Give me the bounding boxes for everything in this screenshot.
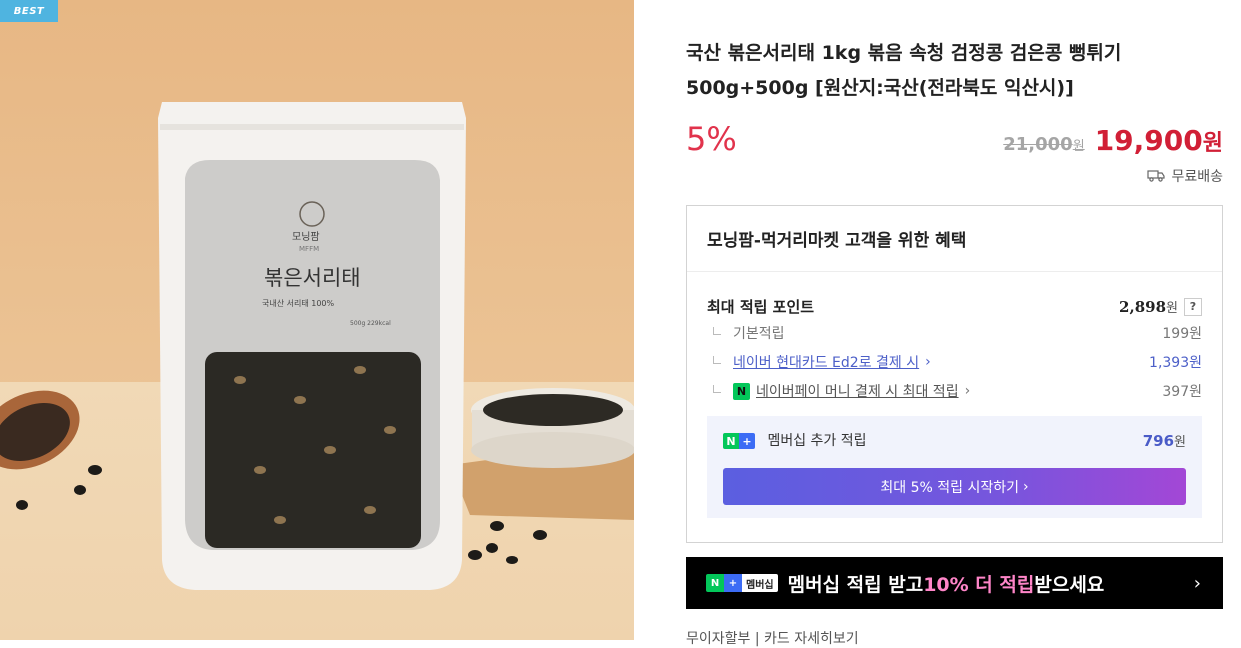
package-sub: 국내산 서리태 100% — [262, 299, 335, 308]
membership-label: 멤버십 추가 적립 — [767, 433, 867, 449]
max-points-value: 2,898 — [1119, 297, 1167, 316]
truck-icon — [1147, 170, 1166, 182]
basic-points-row: 기본적립 199원 — [707, 323, 1202, 343]
membership-value: 796원 — [1142, 431, 1186, 450]
product-title: 국산 볶은서리태 1kg 볶음 속청 검정콩 검은콩 뻥튀기 500g+500g… — [686, 42, 1122, 99]
chevron-right-icon: › — [925, 354, 931, 370]
product-illustration — [0, 102, 634, 590]
package-name: 볶은서리태 — [264, 266, 361, 290]
membership-banner[interactable]: N + 멤버십 멤버십 적립 받고 10% 더 적립 받으세요 › — [686, 557, 1223, 609]
banner-text-a: 멤버십 적립 받고 — [787, 573, 924, 596]
benefit-box: 모닝팜-먹거리마켓 고객을 위한 혜택 최대 적립 포인트 2,898 원 ? … — [686, 205, 1223, 543]
package-brand-en: MFFM — [299, 245, 320, 253]
card-points-link[interactable]: 네이버 현대카드 Ed2로 결제 시 — [733, 352, 919, 372]
naver-pay-icon: N — [733, 382, 750, 400]
chevron-right-icon: › — [1023, 478, 1029, 495]
card-points-row[interactable]: 네이버 현대카드 Ed2로 결제 시 › 1,393원 — [707, 352, 1202, 372]
chevron-right-icon: › — [1193, 572, 1201, 594]
chevron-right-icon: › — [964, 383, 971, 399]
product-image: BEST 모닝팜 MFFM 볶은서리태 국내산 서리태 100% 500g 22… — [0, 0, 634, 640]
naver-plus-icon: N + — [723, 433, 755, 449]
membership-box: N + 멤버십 추가 적립 796원 최대 5% 적립 시작하기 › — [707, 416, 1202, 518]
package-weight: 500g 229kcal — [350, 320, 391, 327]
help-icon[interactable]: ? — [1184, 297, 1202, 316]
max-points-row: 최대 적립 포인트 2,898 원 ? — [707, 296, 1202, 317]
banner-highlight: 10% 더 적립 — [923, 573, 1035, 596]
start-membership-button[interactable]: 최대 5% 적립 시작하기 › — [723, 468, 1186, 505]
installment-info[interactable]: 무이자할부 | 카드 자세히보기 — [686, 628, 859, 648]
best-badge: BEST — [0, 0, 58, 22]
package-brand: 모닝팜 — [292, 232, 320, 243]
membership-row: N + 멤버십 추가 적립 796원 — [723, 430, 1186, 450]
npay-points-link[interactable]: 네이버페이 머니 결제 시 최대 적립 — [756, 381, 959, 401]
npay-points-row[interactable]: N 네이버페이 머니 결제 시 최대 적립 › 397원 — [707, 381, 1202, 401]
discount-rate: 5% — [686, 120, 737, 158]
benefit-heading: 모닝팜-먹거리마켓 고객을 위한 혜택 — [687, 206, 1222, 272]
product-info: 국산 볶은서리태 1kg 볶음 속청 검정콩 검은콩 뻥튀기 500g+500g… — [686, 0, 1223, 647]
naver-plus-membership-icon: N + 멤버십 — [706, 574, 778, 592]
shipping-label: 무료배송 — [1171, 169, 1223, 185]
shipping-info: 무료배송 — [1147, 166, 1223, 186]
price-row: 21,000원 19,900원 — [1003, 124, 1223, 157]
max-points-label: 최대 적립 포인트 — [707, 298, 815, 316]
banner-text-b: 받으세요 — [1034, 573, 1105, 596]
original-price: 21,000원 — [1003, 134, 1085, 155]
sale-price: 19,900원 — [1094, 124, 1223, 157]
